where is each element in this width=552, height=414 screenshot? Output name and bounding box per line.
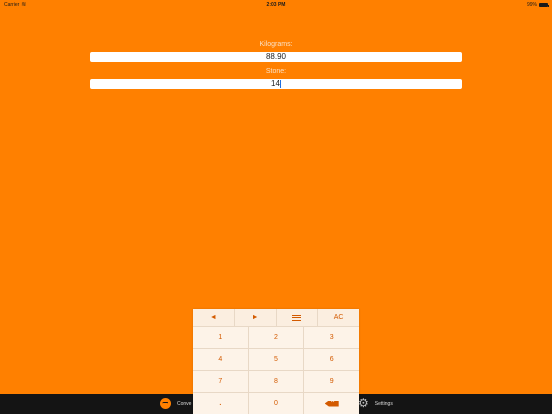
- key-9[interactable]: 9: [304, 371, 359, 392]
- key-6[interactable]: 6: [304, 349, 359, 370]
- backspace-button[interactable]: [304, 393, 359, 414]
- keypad-row: 1 2 3: [193, 326, 359, 348]
- keypad-row: . 0: [193, 392, 359, 414]
- battery-icon: [539, 3, 549, 7]
- key-7[interactable]: 7: [193, 371, 249, 392]
- stone-field[interactable]: 14: [90, 79, 462, 89]
- status-bar: Carrier ≋ 2:03 PM 99%: [0, 0, 552, 10]
- convert-icon: [160, 398, 171, 409]
- key-1[interactable]: 1: [193, 327, 249, 348]
- key-8[interactable]: 8: [249, 371, 305, 392]
- left-arrow-icon: ◄: [209, 314, 217, 321]
- clear-button[interactable]: AC: [318, 309, 359, 326]
- stone-value: 14: [271, 79, 280, 88]
- key-0[interactable]: 0: [249, 393, 305, 414]
- tab-convert[interactable]: Conve: [160, 398, 191, 409]
- key-2[interactable]: 2: [249, 327, 305, 348]
- kilograms-value: 88.90: [265, 52, 287, 61]
- keypad-row: 7 8 9: [193, 370, 359, 392]
- kilograms-field[interactable]: 88.90: [90, 52, 462, 62]
- battery: 99%: [526, 2, 549, 8]
- menu-button[interactable]: [277, 309, 319, 326]
- gear-icon: ⚙: [358, 396, 369, 410]
- cursor-right-button[interactable]: ►: [235, 309, 277, 326]
- key-3[interactable]: 3: [304, 327, 359, 348]
- status-time: 2:03 PM: [266, 2, 286, 8]
- tab-settings[interactable]: ⚙ Settings: [358, 396, 393, 410]
- right-arrow-icon: ►: [251, 314, 259, 321]
- clear-label: AC: [333, 314, 344, 321]
- kilograms-label: Kilograms:: [259, 41, 293, 48]
- tab-settings-label: Settings: [374, 400, 393, 407]
- text-cursor: [279, 79, 281, 88]
- backspace-icon: [324, 400, 339, 407]
- keypad-toolbar: ◄ ► AC: [193, 309, 359, 326]
- stone-label: Stone:: [265, 68, 287, 75]
- key-decimal[interactable]: .: [193, 393, 249, 414]
- keypad-row: 4 5 6: [193, 348, 359, 370]
- numeric-keypad: ◄ ► AC 1 2 3 4 5 6 7 8 9 . 0: [193, 309, 359, 414]
- key-4[interactable]: 4: [193, 349, 249, 370]
- menu-icon: [292, 314, 302, 321]
- battery-percent: 99%: [526, 2, 537, 8]
- key-5[interactable]: 5: [249, 349, 305, 370]
- tab-convert-label: Conve: [177, 400, 192, 407]
- cursor-left-button[interactable]: ◄: [193, 309, 235, 326]
